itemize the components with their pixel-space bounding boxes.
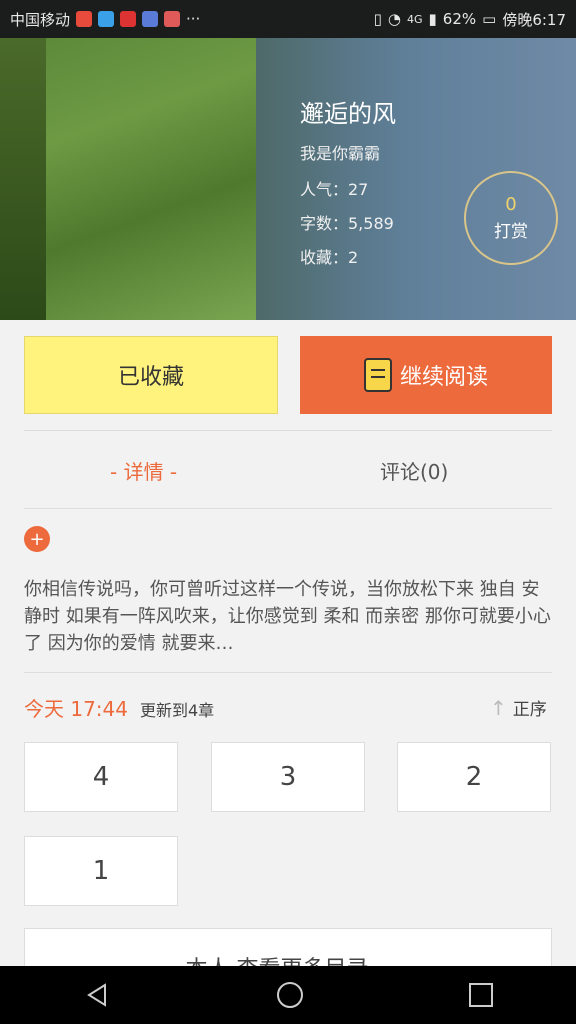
book-author[interactable]: 我是你霸霸: [300, 140, 380, 164]
map-icon: [164, 11, 181, 27]
tab-detail[interactable]: - 详情 -: [110, 456, 177, 485]
chapter-item[interactable]: 3: [211, 742, 365, 812]
clock: 傍晚6:17: [502, 10, 566, 29]
battery-icon: ▭: [482, 10, 497, 28]
book-cover-image[interactable]: [46, 38, 256, 320]
signal-icon: ▮: [428, 10, 437, 28]
divider: [24, 672, 552, 673]
carrier-label: 中国移动: [10, 10, 71, 29]
divider: [24, 430, 552, 431]
play-store-icon: [98, 11, 115, 27]
book-title: 邂逅的风: [300, 100, 396, 128]
reward-count: 0: [505, 194, 517, 215]
back-icon[interactable]: [83, 981, 111, 1009]
recents-icon[interactable]: [469, 983, 493, 1007]
sort-label: 正序: [512, 700, 547, 720]
arrow-up-icon: ↑: [490, 695, 507, 720]
network-type: 4G: [406, 12, 423, 26]
reward-button[interactable]: 0 打赏: [464, 171, 558, 265]
tab-comments[interactable]: 评论(0): [380, 456, 448, 485]
update-time: 今天 17:44: [24, 697, 128, 721]
chapter-item[interactable]: 2: [397, 742, 551, 812]
reward-label: 打赏: [494, 222, 528, 242]
chapter-item[interactable]: 1: [24, 836, 178, 906]
navigation-bar: [0, 966, 576, 1024]
continue-reading-label: 继续阅读: [399, 365, 488, 390]
app-notification-icon: [76, 11, 93, 27]
book-header: 邂逅的风 我是你霸霸 人气：27 字数：5,589 收藏：2 0 打赏: [0, 38, 576, 320]
book-word-count: 字数：5,589: [300, 214, 394, 233]
vibrate-icon: ▯: [373, 10, 382, 28]
book-popularity: 人气：27: [300, 180, 369, 199]
sort-toggle[interactable]: ↑ 正序: [490, 695, 547, 721]
book-icon: [363, 358, 392, 392]
battery-percent: 62%: [442, 10, 477, 28]
more-notifications: ···: [186, 10, 201, 28]
chapter-item[interactable]: 4: [24, 742, 178, 812]
update-chapter-count: 更新到4章: [140, 701, 215, 720]
news-icon: [120, 11, 137, 27]
book-favorites: 收藏：2: [300, 248, 359, 267]
favorited-button[interactable]: 已收藏: [24, 336, 278, 414]
expand-icon[interactable]: +: [24, 526, 50, 552]
status-bar: 中国移动 ··· ▯ ◔ 4G ▮ 62% ▭ 傍晚6:17: [0, 0, 576, 38]
continue-reading-button[interactable]: 继续阅读: [300, 336, 552, 414]
book-description: 你相信传说吗，你可曾听过这样一个传说，当你放松下来 独自 安静时 如果有一阵风吹…: [24, 579, 551, 654]
home-icon[interactable]: [277, 982, 303, 1008]
divider: [24, 508, 552, 509]
background-blur: [0, 38, 46, 320]
wifi-icon: ◔: [387, 10, 401, 28]
favorited-label: 已收藏: [117, 365, 184, 390]
video-icon: [142, 11, 159, 27]
